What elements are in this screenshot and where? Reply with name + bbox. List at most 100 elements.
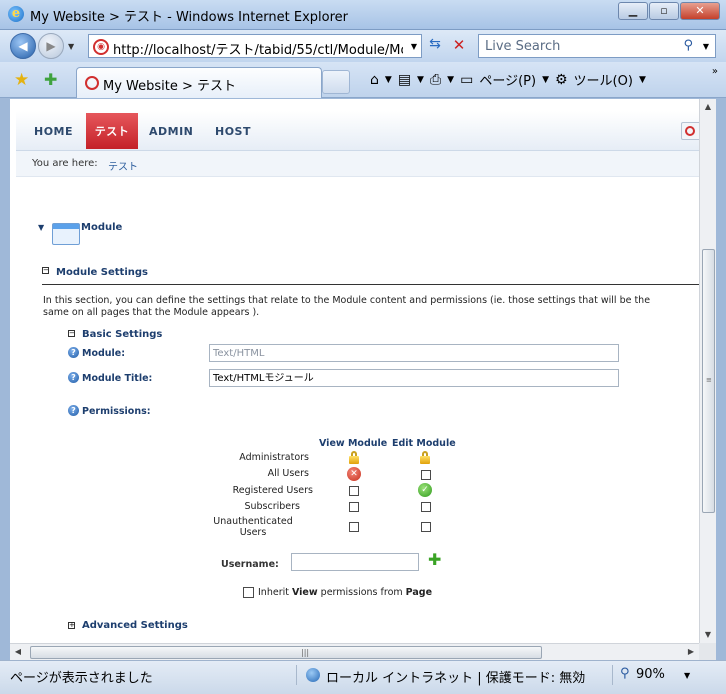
inherit-text-page: Page [405, 587, 433, 598]
tools-menu-dropdown-icon[interactable]: ▼ [639, 75, 646, 85]
feeds-icon[interactable]: ▤ [398, 72, 411, 88]
search-dropdown-icon[interactable]: ▼ [703, 42, 709, 51]
command-overflow-icon[interactable]: » [712, 66, 718, 77]
search-input[interactable]: Live Search [485, 39, 560, 54]
module-settings-title[interactable]: Module Settings [56, 267, 148, 278]
back-button[interactable]: ◀ [10, 33, 36, 59]
module-field: Text/HTML [209, 344, 619, 362]
inherit-permissions-label: Inherit View permissions from Page [258, 587, 432, 598]
inherit-text-view: View [291, 587, 318, 598]
scroll-down-icon[interactable]: ▼ [700, 627, 716, 643]
subscribers-view-checkbox[interactable] [349, 502, 359, 512]
address-dropdown-icon[interactable]: ▼ [411, 42, 417, 51]
language-button[interactable] [681, 122, 699, 140]
menu-test[interactable]: テスト [86, 113, 138, 149]
permissions-label: Permissions: [82, 406, 151, 417]
username-input[interactable] [291, 553, 419, 571]
scroll-up-icon[interactable]: ▲ [700, 99, 716, 115]
stop-button[interactable]: ✕ [448, 36, 470, 56]
advanced-settings-title[interactable]: Advanced Settings [82, 620, 188, 631]
role-unauthenticated-users: Unauthenticated Users [213, 516, 293, 538]
role-subscribers: Subscribers [244, 501, 300, 512]
window-titlebar: e My Website > テスト - Windows Internet Ex… [0, 0, 726, 30]
view-locked-icon [349, 451, 359, 464]
refresh-button[interactable]: ⇆ [424, 36, 446, 56]
security-zone[interactable]: ローカル イントラネット | 保護モード: 無効 [326, 667, 585, 686]
search-box[interactable]: Live Search ⚲ ▼ [478, 34, 716, 58]
favorites-star-icon[interactable]: ★ [14, 70, 29, 90]
scroll-left-icon[interactable]: ◀ [10, 644, 26, 660]
module-title-input[interactable]: Text/HTMLモジュール [209, 369, 619, 387]
page-favicon-icon: ◉ [93, 39, 109, 55]
menu-host[interactable]: HOST [215, 125, 251, 138]
perm-col-edit: Edit Module [392, 438, 456, 449]
address-url[interactable]: http://localhost/テスト/tabid/55/ctl/Module… [113, 39, 403, 58]
search-icon[interactable]: ⚲ [683, 38, 693, 53]
tab-bar: ★ ✚ My Website > テスト ⌂ ▼ ▤ ▼ ⎙ ▼ ▭ ページ(P) ▼ … [0, 62, 726, 98]
breadcrumb-link[interactable]: テスト [108, 158, 138, 173]
tools-menu[interactable]: ツール(O) [574, 70, 633, 89]
command-bar: ⌂ ▼ ▤ ▼ ⎙ ▼ ▭ ページ(P) ▼ ⚙ ツール(O) ▼ [370, 70, 646, 90]
module-title-help-icon[interactable]: ? [68, 372, 79, 383]
add-favorite-icon[interactable]: ✚ [44, 70, 57, 89]
basic-settings-toggle-icon[interactable]: − [68, 330, 75, 337]
address-bar[interactable]: ◉ http://localhost/テスト/tabid/55/ctl/Modu… [88, 34, 422, 58]
module-settings-description: In this section, you can define the sett… [43, 295, 651, 318]
module-help-icon[interactable]: ? [68, 347, 79, 358]
all-users-edit-checkbox[interactable] [421, 470, 431, 480]
tab-active[interactable]: My Website > テスト [76, 67, 322, 98]
edit-locked-icon [420, 451, 430, 464]
basic-settings-title[interactable]: Basic Settings [82, 329, 162, 340]
role-administrators: Administrators [239, 452, 309, 463]
home-icon[interactable]: ⌂ [370, 72, 379, 88]
vertical-scroll-thumb[interactable]: ≡ [702, 249, 715, 513]
subscribers-edit-checkbox[interactable] [421, 502, 431, 512]
advanced-settings-toggle-icon[interactable]: + [68, 622, 75, 629]
status-bar: ページが表示されました ローカル イントラネット | 保護モード: 無効 ⚲ 9… [0, 660, 726, 694]
tab-favicon-icon [85, 76, 99, 90]
breadcrumb: You are here: テスト S [16, 151, 699, 177]
scroll-right-icon[interactable]: ▶ [683, 644, 699, 660]
history-dropdown[interactable]: ▼ [68, 42, 74, 51]
tab-label: My Website > テスト [103, 79, 237, 94]
page-menu[interactable]: ページ(P) [479, 70, 536, 89]
module-settings-toggle-icon[interactable]: − [42, 267, 49, 274]
inherit-permissions-checkbox[interactable] [243, 587, 254, 598]
window-controls: ▁ ▫ ✕ [618, 2, 720, 20]
registered-view-checkbox[interactable] [349, 486, 359, 496]
feeds-dropdown-icon[interactable]: ▼ [417, 75, 424, 85]
vertical-scrollbar[interactable]: ▲ ≡ ▼ [699, 99, 716, 643]
zoom-dropdown-icon[interactable]: ▼ [684, 671, 690, 680]
unauthenticated-edit-checkbox[interactable] [421, 522, 431, 532]
page-menu-icon[interactable]: ▭ [460, 72, 473, 88]
status-separator [296, 665, 297, 685]
breadcrumb-label: You are here: [32, 158, 98, 169]
maximize-button[interactable]: ▫ [649, 2, 679, 20]
zoom-level[interactable]: 90% [636, 667, 665, 682]
close-button[interactable]: ✕ [680, 2, 720, 20]
menu-admin[interactable]: ADMIN [149, 125, 193, 138]
inherit-text-pre: Inherit [258, 587, 292, 598]
add-user-icon[interactable]: ✚ [428, 552, 441, 568]
module-label: Module: [82, 348, 126, 359]
grip-icon: ≡ [706, 376, 712, 384]
page-menu-dropdown-icon[interactable]: ▼ [542, 75, 549, 85]
home-dropdown-icon[interactable]: ▼ [385, 75, 392, 85]
horizontal-scroll-thumb[interactable]: ||| [30, 646, 542, 659]
forward-button[interactable]: ▶ [38, 33, 64, 59]
horizontal-scrollbar[interactable]: ◀ ||| ▶ [10, 643, 699, 660]
print-dropdown-icon[interactable]: ▼ [447, 75, 454, 85]
tools-gear-icon[interactable]: ⚙ [555, 72, 568, 88]
unauthenticated-view-checkbox[interactable] [349, 522, 359, 532]
new-tab-button[interactable] [322, 70, 350, 94]
permissions-help-icon[interactable]: ? [68, 405, 79, 416]
menu-home[interactable]: HOME [34, 125, 73, 138]
module-collapse-icon[interactable]: ▼ [38, 223, 44, 232]
minimize-button[interactable]: ▁ [618, 2, 648, 20]
site-menu: HOME テスト ADMIN HOST [16, 111, 699, 151]
zoom-icon[interactable]: ⚲ [620, 666, 630, 681]
view-deny-icon[interactable]: ✕ [347, 467, 361, 481]
perm-col-view: View Module [319, 438, 388, 449]
edit-grant-icon[interactable]: ✓ [418, 483, 432, 497]
print-icon[interactable]: ⎙ [430, 72, 441, 88]
